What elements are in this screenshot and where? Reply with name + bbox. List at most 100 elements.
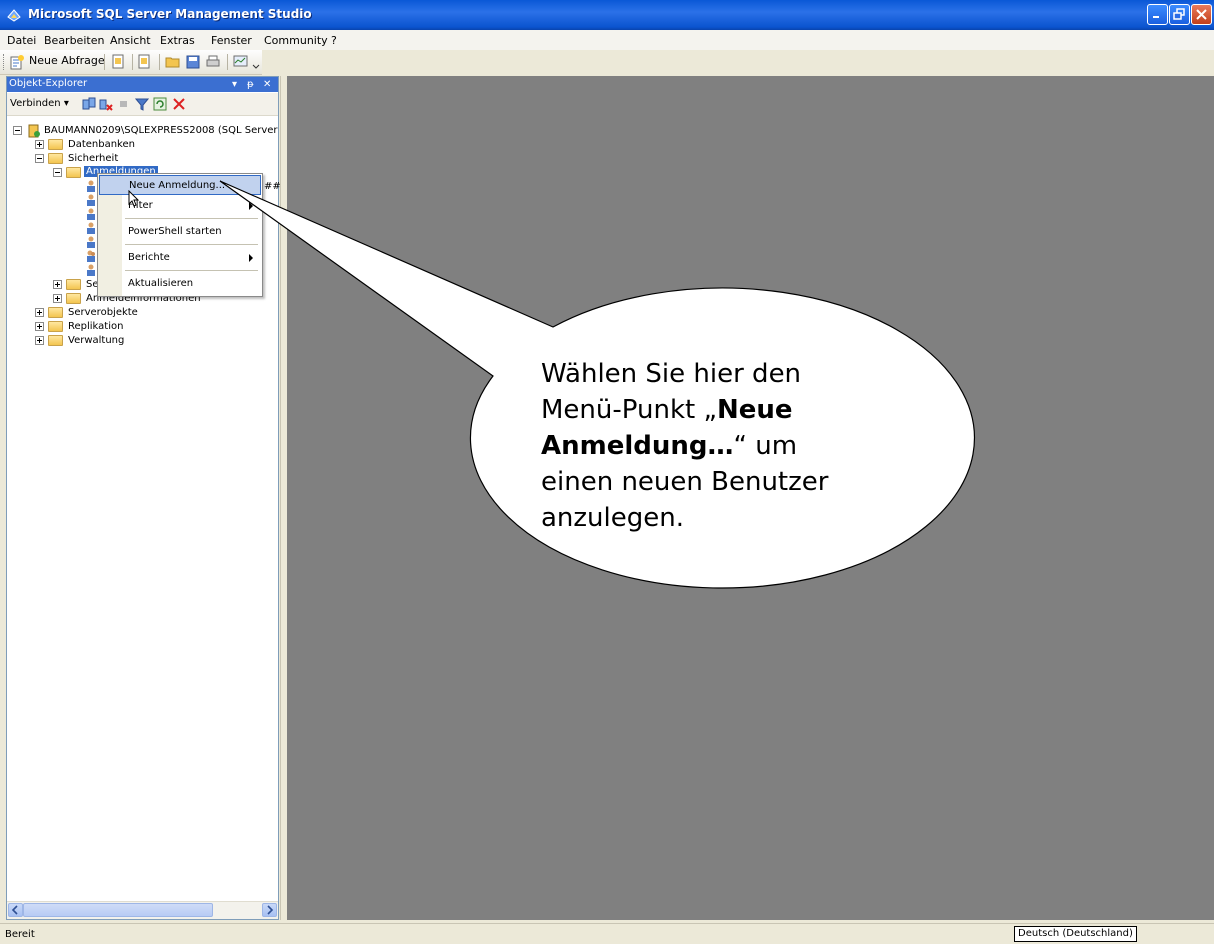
folder-icon — [48, 153, 63, 164]
stop-icon[interactable] — [117, 97, 131, 111]
filter-icon[interactable] — [135, 97, 149, 111]
menu-extras[interactable]: Extras — [160, 34, 195, 47]
menu-separator — [125, 218, 258, 219]
folder-icon — [48, 139, 63, 150]
login-user-icon[interactable] — [86, 180, 96, 192]
login-user-icon[interactable] — [86, 236, 96, 248]
expand-icon[interactable] — [35, 140, 44, 149]
toolbar-separator — [159, 54, 160, 70]
menu-ansicht[interactable]: Ansicht — [110, 34, 151, 47]
serverobjekte-label: Serverobjekte — [68, 307, 138, 318]
ctx-neue-anmeldung[interactable]: Neue Anmeldung... — [99, 175, 261, 195]
connect-server-icon[interactable] — [82, 97, 96, 111]
expand-icon[interactable] — [35, 322, 44, 331]
new-file-button[interactable] — [110, 53, 128, 71]
menu-bearbeiten[interactable]: Bearbeiten — [44, 34, 104, 47]
datenbanken-label: Datenbanken — [68, 139, 135, 150]
ctx-powershell-starten[interactable]: PowerShell starten — [99, 222, 261, 242]
collapse-icon[interactable] — [35, 154, 44, 163]
folder-icon — [48, 321, 63, 332]
mouse-cursor-icon — [128, 190, 140, 207]
chevron-right-icon — [267, 905, 274, 915]
panel-splitter[interactable] — [280, 76, 287, 920]
language-indicator: Deutsch (Deutschland) — [1014, 926, 1137, 942]
pin-icon[interactable]: ᵽ — [247, 79, 254, 90]
new-query-button[interactable]: Neue Abfrage — [7, 53, 105, 71]
chevron-down-icon — [252, 64, 260, 69]
connect-button[interactable]: Verbinden ▾ — [10, 98, 69, 109]
verwaltung-label: Verwaltung — [68, 335, 125, 346]
restore-button[interactable] — [1169, 4, 1190, 25]
scroll-right-button[interactable] — [262, 903, 277, 917]
connect-label: Verbinden — [10, 98, 61, 109]
server-label: BAUMANN0209\SQLEXPRESS2008 (SQL Server 1… — [44, 125, 294, 136]
refresh-icon[interactable] — [153, 97, 167, 111]
menu-datei[interactable]: Datei — [7, 34, 36, 47]
new-project-icon — [138, 54, 150, 69]
toolbar-separator — [104, 54, 105, 70]
close-window-button[interactable] — [1191, 4, 1212, 25]
sicherheit-label: Sicherheit — [68, 153, 119, 164]
server-icon — [28, 124, 40, 138]
menu-help[interactable]: ? — [331, 34, 337, 47]
ctx-aktualisieren-label: Aktualisieren — [128, 278, 194, 289]
print-button[interactable] — [204, 53, 222, 71]
ctx-berichte-label: Berichte — [128, 252, 170, 263]
new-project-button[interactable] — [136, 53, 154, 71]
object-details-icon[interactable] — [172, 97, 186, 111]
ctx-neue-anmeldung-label: Neue Anmeldung... — [129, 180, 226, 191]
expand-icon[interactable] — [53, 294, 62, 303]
login-user-icon[interactable] — [86, 222, 96, 234]
new-query-label: Neue Abfrage — [29, 54, 105, 67]
login-user-icon[interactable] — [86, 194, 96, 206]
toolbar-grip[interactable] — [3, 54, 6, 70]
expand-icon[interactable] — [53, 280, 62, 289]
close-icon[interactable]: ✕ — [263, 79, 271, 90]
replikation-label: Replikation — [68, 321, 124, 332]
collapse-icon[interactable] — [53, 168, 62, 177]
ctx-berichte[interactable]: Berichte — [99, 248, 261, 268]
chevron-left-icon — [11, 905, 18, 915]
window-title: Microsoft SQL Server Management Studio — [28, 7, 312, 21]
open-folder-icon — [165, 57, 180, 68]
toolbar-separator — [132, 54, 133, 70]
folder-icon — [66, 167, 81, 178]
horizontal-scrollbar[interactable] — [7, 901, 278, 919]
menu-fenster[interactable]: Fenster — [211, 34, 252, 47]
ssms-app-icon — [6, 7, 22, 23]
save-icon — [186, 55, 200, 69]
collapse-icon[interactable] — [13, 126, 22, 135]
object-explorer-title: Objekt-Explorer — [9, 78, 88, 89]
login-user-icon[interactable] — [86, 208, 96, 220]
scroll-thumb[interactable] — [23, 903, 213, 917]
activity-monitor-button[interactable] — [232, 53, 250, 71]
ctx-aktualisieren[interactable]: Aktualisieren — [99, 274, 261, 294]
login-user-icon[interactable] — [86, 264, 96, 276]
folder-icon — [48, 335, 63, 346]
folder-icon — [66, 279, 81, 290]
toolbar-overflow-button[interactable] — [251, 53, 261, 71]
menu-community[interactable]: Community — [264, 34, 328, 47]
expand-icon[interactable] — [35, 336, 44, 345]
callout-text: Wählen Sie hier den Menü-Punkt „Neue Anm… — [541, 356, 871, 536]
submenu-arrow-icon — [249, 202, 253, 210]
menu-separator — [125, 270, 258, 271]
dropdown-icon[interactable]: ▾ — [232, 79, 237, 90]
ctx-filter[interactable]: Filter — [99, 196, 261, 216]
object-explorer-toolbar: Verbinden ▾ — [7, 93, 278, 116]
new-query-icon — [10, 55, 24, 70]
activity-monitor-icon — [233, 55, 248, 67]
toolbar-separator — [227, 54, 228, 70]
folder-icon — [48, 307, 63, 318]
save-button[interactable] — [184, 53, 202, 71]
open-folder-button[interactable] — [164, 53, 182, 71]
hidden-login-fragment: ## — [264, 181, 281, 192]
menu-separator — [125, 244, 258, 245]
expand-icon[interactable] — [35, 308, 44, 317]
status-ready: Bereit — [5, 929, 35, 940]
disconnect-icon[interactable] — [99, 97, 113, 111]
login-group-icon[interactable] — [86, 250, 96, 262]
object-explorer-header: Objekt-Explorer ▾ ᵽ ✕ — [7, 77, 278, 92]
minimize-button[interactable] — [1147, 4, 1168, 25]
scroll-left-button[interactable] — [8, 903, 23, 917]
